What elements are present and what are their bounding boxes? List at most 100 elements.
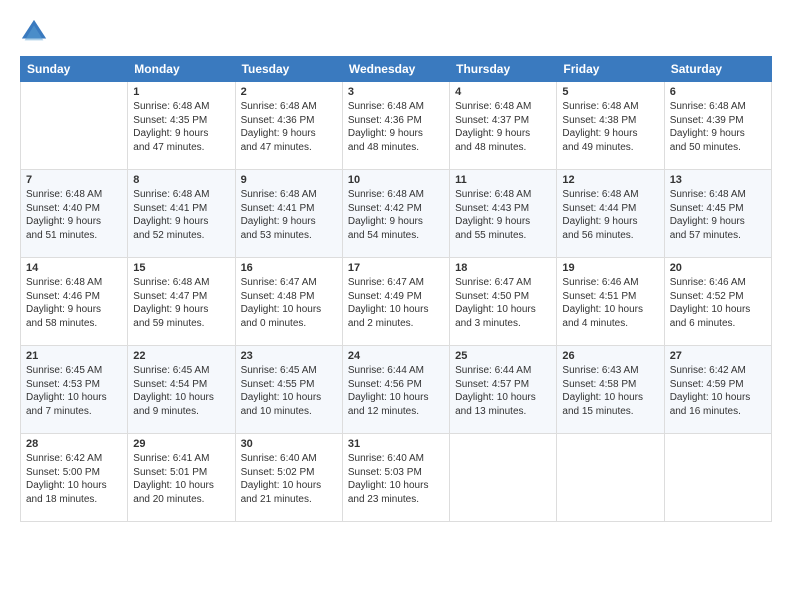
calendar-week-row: 14 Sunrise: 6:48 AM Sunset: 4:46 PM Dayli… bbox=[21, 258, 772, 346]
day-number: 26 bbox=[562, 350, 658, 362]
day-number: 31 bbox=[348, 438, 444, 450]
calendar-cell: 31 Sunrise: 6:40 AM Sunset: 5:03 PM Dayli… bbox=[342, 434, 449, 522]
day-number: 29 bbox=[133, 438, 229, 450]
day-number: 15 bbox=[133, 262, 229, 274]
calendar-cell: 3Sunrise: 6:48 AM Sunset: 4:36 PM Daylig… bbox=[342, 82, 449, 170]
calendar-cell: 17Sunrise: 6:47 AM Sunset: 4:49 PM Dayli… bbox=[342, 258, 449, 346]
day-number: 7 bbox=[26, 174, 122, 186]
calendar-header-thursday: Thursday bbox=[450, 57, 557, 82]
calendar-header-sunday: Sunday bbox=[21, 57, 128, 82]
day-info: Sunrise: 6:48 AM Sunset: 4:44 PM Dayligh… bbox=[562, 188, 658, 242]
day-info: Sunrise: 6:43 AM Sunset: 4:58 PM Dayligh… bbox=[562, 364, 658, 418]
calendar-cell: 25 Sunrise: 6:44 AM Sunset: 4:57 PM Dayli… bbox=[450, 346, 557, 434]
calendar-cell: 23 Sunrise: 6:45 AM Sunset: 4:55 PM Dayli… bbox=[235, 346, 342, 434]
calendar-header-saturday: Saturday bbox=[664, 57, 771, 82]
calendar-cell bbox=[664, 434, 771, 522]
calendar-cell: 28 Sunrise: 6:42 AM Sunset: 5:00 PM Dayli… bbox=[21, 434, 128, 522]
day-info: Sunrise: 6:48 AM Sunset: 4:41 PM Dayligh… bbox=[241, 188, 337, 242]
day-number: 5 bbox=[562, 86, 658, 98]
calendar-cell: 6 Sunrise: 6:48 AM Sunset: 4:39 PM Daylig… bbox=[664, 82, 771, 170]
day-info: Sunrise: 6:48 AM Sunset: 4:40 PM Dayligh… bbox=[26, 188, 122, 242]
calendar-cell: 10Sunrise: 6:48 AM Sunset: 4:42 PM Dayli… bbox=[342, 170, 449, 258]
day-number: 19 bbox=[562, 262, 658, 274]
day-info: Sunrise: 6:48 AM Sunset: 4:36 PM Dayligh… bbox=[348, 100, 444, 154]
day-number: 28 bbox=[26, 438, 122, 450]
day-number: 13 bbox=[670, 174, 766, 186]
calendar-cell: 22 Sunrise: 6:45 AM Sunset: 4:54 PM Dayli… bbox=[128, 346, 235, 434]
day-info: Sunrise: 6:45 AM Sunset: 4:53 PM Dayligh… bbox=[26, 364, 122, 418]
calendar-cell: 13Sunrise: 6:48 AM Sunset: 4:45 PM Dayli… bbox=[664, 170, 771, 258]
calendar-cell: 14 Sunrise: 6:48 AM Sunset: 4:46 PM Dayli… bbox=[21, 258, 128, 346]
day-info: Sunrise: 6:48 AM Sunset: 4:46 PM Dayligh… bbox=[26, 276, 122, 330]
day-number: 17 bbox=[348, 262, 444, 274]
day-number: 14 bbox=[26, 262, 122, 274]
day-info: Sunrise: 6:47 AM Sunset: 4:50 PM Dayligh… bbox=[455, 276, 551, 330]
calendar-cell: 4 Sunrise: 6:48 AM Sunset: 4:37 PM Daylig… bbox=[450, 82, 557, 170]
day-number: 6 bbox=[670, 86, 766, 98]
day-info: Sunrise: 6:48 AM Sunset: 4:47 PM Dayligh… bbox=[133, 276, 229, 330]
day-info: Sunrise: 6:45 AM Sunset: 4:54 PM Dayligh… bbox=[133, 364, 229, 418]
day-info: Sunrise: 6:40 AM Sunset: 5:03 PM Dayligh… bbox=[348, 452, 444, 506]
day-info: Sunrise: 6:48 AM Sunset: 4:42 PM Dayligh… bbox=[348, 188, 444, 242]
day-info: Sunrise: 6:48 AM Sunset: 4:37 PM Dayligh… bbox=[455, 100, 551, 154]
calendar-cell: 1 Sunrise: 6:48 AM Sunset: 4:35 PM Daylig… bbox=[128, 82, 235, 170]
day-number: 8 bbox=[133, 174, 229, 186]
day-number: 1 bbox=[133, 86, 229, 98]
page: SundayMondayTuesdayWednesdayThursdayFrid… bbox=[0, 0, 792, 612]
day-info: Sunrise: 6:48 AM Sunset: 4:38 PM Dayligh… bbox=[562, 100, 658, 154]
day-number: 20 bbox=[670, 262, 766, 274]
day-number: 9 bbox=[241, 174, 337, 186]
header bbox=[20, 18, 772, 46]
calendar-cell: 16 Sunrise: 6:47 AM Sunset: 4:48 PM Dayli… bbox=[235, 258, 342, 346]
day-number: 27 bbox=[670, 350, 766, 362]
day-number: 30 bbox=[241, 438, 337, 450]
day-info: Sunrise: 6:42 AM Sunset: 5:00 PM Dayligh… bbox=[26, 452, 122, 506]
day-info: Sunrise: 6:48 AM Sunset: 4:39 PM Dayligh… bbox=[670, 100, 766, 154]
calendar-cell: 18 Sunrise: 6:47 AM Sunset: 4:50 PM Dayli… bbox=[450, 258, 557, 346]
day-info: Sunrise: 6:44 AM Sunset: 4:57 PM Dayligh… bbox=[455, 364, 551, 418]
day-number: 21 bbox=[26, 350, 122, 362]
logo bbox=[20, 18, 52, 46]
calendar-cell: 19 Sunrise: 6:46 AM Sunset: 4:51 PM Dayli… bbox=[557, 258, 664, 346]
day-number: 16 bbox=[241, 262, 337, 274]
calendar-cell: 20Sunrise: 6:46 AM Sunset: 4:52 PM Dayli… bbox=[664, 258, 771, 346]
calendar-cell: 24 Sunrise: 6:44 AM Sunset: 4:56 PM Dayli… bbox=[342, 346, 449, 434]
day-info: Sunrise: 6:46 AM Sunset: 4:51 PM Dayligh… bbox=[562, 276, 658, 330]
day-number: 25 bbox=[455, 350, 551, 362]
day-info: Sunrise: 6:41 AM Sunset: 5:01 PM Dayligh… bbox=[133, 452, 229, 506]
calendar-cell: 27 Sunrise: 6:42 AM Sunset: 4:59 PM Dayli… bbox=[664, 346, 771, 434]
day-number: 24 bbox=[348, 350, 444, 362]
day-number: 18 bbox=[455, 262, 551, 274]
day-info: Sunrise: 6:48 AM Sunset: 4:36 PM Dayligh… bbox=[241, 100, 337, 154]
day-number: 23 bbox=[241, 350, 337, 362]
calendar-cell: 26 Sunrise: 6:43 AM Sunset: 4:58 PM Dayli… bbox=[557, 346, 664, 434]
calendar-header-monday: Monday bbox=[128, 57, 235, 82]
day-info: Sunrise: 6:40 AM Sunset: 5:02 PM Dayligh… bbox=[241, 452, 337, 506]
calendar-cell: 11 Sunrise: 6:48 AM Sunset: 4:43 PM Dayli… bbox=[450, 170, 557, 258]
calendar-week-row: 28 Sunrise: 6:42 AM Sunset: 5:00 PM Dayli… bbox=[21, 434, 772, 522]
calendar-cell bbox=[557, 434, 664, 522]
day-number: 11 bbox=[455, 174, 551, 186]
day-number: 22 bbox=[133, 350, 229, 362]
day-info: Sunrise: 6:45 AM Sunset: 4:55 PM Dayligh… bbox=[241, 364, 337, 418]
calendar-cell: 15 Sunrise: 6:48 AM Sunset: 4:47 PM Dayli… bbox=[128, 258, 235, 346]
calendar-cell: 5 Sunrise: 6:48 AM Sunset: 4:38 PM Daylig… bbox=[557, 82, 664, 170]
day-info: Sunrise: 6:42 AM Sunset: 4:59 PM Dayligh… bbox=[670, 364, 766, 418]
calendar-cell: 29 Sunrise: 6:41 AM Sunset: 5:01 PM Dayli… bbox=[128, 434, 235, 522]
calendar-cell: 2Sunrise: 6:48 AM Sunset: 4:36 PM Daylig… bbox=[235, 82, 342, 170]
calendar-cell: 7 Sunrise: 6:48 AM Sunset: 4:40 PM Daylig… bbox=[21, 170, 128, 258]
day-info: Sunrise: 6:48 AM Sunset: 4:35 PM Dayligh… bbox=[133, 100, 229, 154]
day-info: Sunrise: 6:48 AM Sunset: 4:41 PM Dayligh… bbox=[133, 188, 229, 242]
calendar-cell: 30 Sunrise: 6:40 AM Sunset: 5:02 PM Dayli… bbox=[235, 434, 342, 522]
calendar-cell: 21 Sunrise: 6:45 AM Sunset: 4:53 PM Dayli… bbox=[21, 346, 128, 434]
day-info: Sunrise: 6:44 AM Sunset: 4:56 PM Dayligh… bbox=[348, 364, 444, 418]
day-info: Sunrise: 6:48 AM Sunset: 4:43 PM Dayligh… bbox=[455, 188, 551, 242]
calendar-cell: 12 Sunrise: 6:48 AM Sunset: 4:44 PM Dayli… bbox=[557, 170, 664, 258]
calendar-cell bbox=[21, 82, 128, 170]
day-number: 12 bbox=[562, 174, 658, 186]
day-number: 4 bbox=[455, 86, 551, 98]
calendar-header-friday: Friday bbox=[557, 57, 664, 82]
calendar-header-row: SundayMondayTuesdayWednesdayThursdayFrid… bbox=[21, 57, 772, 82]
day-info: Sunrise: 6:47 AM Sunset: 4:48 PM Dayligh… bbox=[241, 276, 337, 330]
calendar-header-tuesday: Tuesday bbox=[235, 57, 342, 82]
